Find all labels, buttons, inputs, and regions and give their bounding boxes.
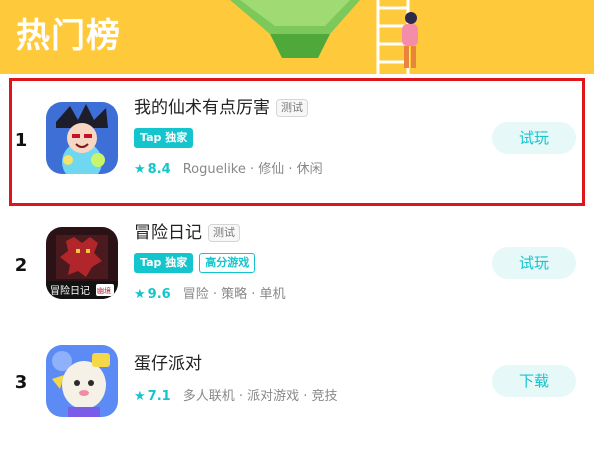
rating-score: 7.1: [147, 389, 171, 404]
tap-exclusive-tag: Tap 独家: [134, 253, 194, 273]
app-meta: ★ 9.6 冒险 · 策略 · 单机: [134, 286, 285, 304]
try-play-button[interactable]: 试玩: [492, 122, 576, 154]
rank-number: 2: [14, 255, 28, 276]
genre-tags: Roguelike · 修仙 · 休闲: [182, 162, 323, 177]
app-name[interactable]: 我的仙术有点厉害: [134, 96, 270, 120]
genre-tags: 冒险 · 策略 · 单机: [182, 287, 286, 302]
ranking-banner: 热门榜: [0, 0, 594, 74]
adventure-diary-app-icon[interactable]: 冒险日记 幽境: [46, 227, 118, 299]
rating-score: 9.6: [147, 287, 171, 302]
page-title: 热门榜: [16, 16, 121, 56]
tag-list: Tap 独家 高分游戏: [134, 253, 256, 273]
app-name-line: 我的仙术有点厉害 测试: [134, 96, 308, 120]
list-item[interactable]: 1 我的仙术有点厉害 测试 Tap 独家 ★ 8.4 Roguelike · 修…: [0, 80, 594, 200]
rank-number: 1: [14, 130, 28, 151]
tap-exclusive-tag: Tap 独家: [134, 128, 194, 148]
star-icon: ★: [134, 287, 146, 302]
app-meta: ★ 7.1 多人联机 · 派对游戏 · 竞技: [134, 388, 337, 406]
list-item[interactable]: 2 冒险日记 幽境 冒险日记 测试 Tap 独家 高分游戏 ★ 9.6 冒险 ·…: [0, 205, 594, 325]
high-score-tag: 高分游戏: [199, 253, 256, 273]
app-name[interactable]: 蛋仔派对: [134, 352, 202, 376]
rank-number: 3: [14, 372, 28, 393]
app-meta: ★ 8.4 Roguelike · 修仙 · 休闲: [134, 161, 323, 179]
download-button[interactable]: 下载: [492, 365, 576, 397]
list-item[interactable]: 3 蛋仔派对 ★ 7.1 多人联机 · 派对游戏 · 竞技 下载: [0, 330, 594, 450]
svg-text:幽境: 幽境: [97, 286, 111, 295]
star-icon: ★: [134, 162, 146, 177]
app-name[interactable]: 冒险日记: [134, 221, 202, 245]
genre-tags: 多人联机 · 派对游戏 · 竞技: [182, 389, 338, 404]
rating-score: 8.4: [147, 162, 171, 177]
app-name-line: 冒险日记 测试: [134, 221, 240, 245]
app-name-line: 蛋仔派对: [134, 352, 202, 376]
tag-list: Tap 独家: [134, 128, 194, 148]
svg-text:冒险日记: 冒险日记: [50, 284, 90, 297]
xianshu-app-icon[interactable]: [46, 102, 118, 174]
test-badge: 测试: [276, 99, 308, 117]
try-play-button[interactable]: 试玩: [492, 247, 576, 279]
eggy-party-app-icon[interactable]: [46, 345, 118, 417]
star-icon: ★: [134, 389, 146, 404]
test-badge: 测试: [208, 224, 240, 242]
